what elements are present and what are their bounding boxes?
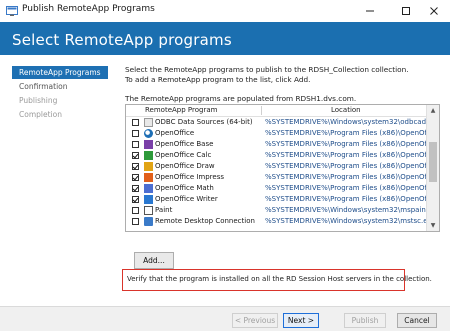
previous-button[interactable]: < Previous	[232, 313, 278, 328]
program-location: %SYSTEMDRIVE%\Program Files (x86)\OpenOf…	[265, 195, 427, 203]
row-checkbox[interactable]	[132, 185, 139, 192]
maximize-icon	[402, 7, 410, 15]
row-checkbox[interactable]	[132, 196, 139, 203]
paint-icon	[144, 206, 153, 215]
populated-from-text: The RemoteApp programs are populated fro…	[125, 94, 357, 103]
remote-desktop-icon	[144, 217, 153, 226]
add-button[interactable]: Add...	[134, 252, 174, 269]
app-icon	[6, 6, 18, 16]
column-header-program[interactable]: RemoteApp Program	[145, 105, 217, 116]
program-name: OpenOffice Writer	[155, 195, 218, 203]
program-location: %SYSTEMDRIVE%\Program Files (x86)\OpenOf…	[265, 162, 427, 170]
program-name: OpenOffice	[155, 129, 195, 137]
program-location: %SYSTEMDRIVE%\Program Files (x86)\OpenOf…	[265, 140, 427, 148]
table-row[interactable]: OpenOffice Math %SYSTEMDRIVE%\Program Fi…	[126, 183, 428, 194]
scroll-thumb[interactable]	[429, 142, 437, 182]
verify-warning: Verify that the program is installed on …	[122, 269, 432, 291]
publish-button[interactable]: Publish	[344, 313, 386, 328]
row-checkbox[interactable]	[132, 152, 139, 159]
page-title: Select RemoteApp programs	[12, 31, 232, 49]
program-location: %SYSTEMDRIVE%\Program Files (x86)\OpenOf…	[265, 184, 427, 192]
intro-text: Select the RemoteApp programs to publish…	[125, 65, 409, 84]
column-divider[interactable]	[261, 106, 262, 115]
cancel-button[interactable]: Cancel	[397, 313, 437, 328]
minimize-button[interactable]	[354, 0, 386, 22]
table-row[interactable]: OpenOffice Draw %SYSTEMDRIVE%\Program Fi…	[126, 161, 428, 172]
table-row[interactable]: ODBC Data Sources (64-bit) %SYSTEMDRIVE%…	[126, 117, 428, 128]
table-header: RemoteApp Program Location	[126, 105, 428, 117]
table-row[interactable]: Paint %SYSTEMDRIVE%\Windows\system32\msp…	[126, 205, 428, 216]
scroll-up-arrow-icon[interactable]: ▲	[427, 105, 439, 116]
program-location: %SYSTEMDRIVE%\Program Files (x86)\OpenOf…	[265, 129, 427, 137]
table-row[interactable]: OpenOffice Calc %SYSTEMDRIVE%\Program Fi…	[126, 150, 428, 161]
openoffice-math-icon	[144, 184, 153, 193]
row-checkbox[interactable]	[132, 141, 139, 148]
table-row[interactable]: OpenOffice Writer %SYSTEMDRIVE%\Program …	[126, 194, 428, 205]
row-checkbox[interactable]	[132, 130, 139, 137]
program-name: OpenOffice Impress	[155, 173, 225, 181]
program-name: OpenOffice Draw	[155, 162, 215, 170]
odbc-icon	[144, 118, 153, 127]
openoffice-writer-icon	[144, 195, 153, 204]
openoffice-draw-icon	[144, 162, 153, 171]
openoffice-icon	[144, 129, 153, 138]
program-location: %SYSTEMDRIVE%\Program Files (x86)\OpenOf…	[265, 173, 427, 181]
table-row[interactable]: Remote Desktop Connection %SYSTEMDRIVE%\…	[126, 216, 428, 227]
openoffice-calc-icon	[144, 151, 153, 160]
row-checkbox[interactable]	[132, 119, 139, 126]
openoffice-impress-icon	[144, 173, 153, 182]
header-banner: Select RemoteApp programs	[0, 22, 450, 55]
program-name: Paint	[155, 206, 173, 214]
close-icon	[430, 7, 438, 15]
column-header-location[interactable]: Location	[331, 105, 361, 116]
row-checkbox[interactable]	[132, 174, 139, 181]
window-title: Publish RemoteApp Programs	[22, 4, 155, 14]
row-checkbox[interactable]	[132, 163, 139, 170]
minimize-icon	[366, 10, 374, 12]
program-location: %SYSTEMDRIVE%\Program Files (x86)\OpenOf…	[265, 151, 427, 159]
program-location: %SYSTEMDRIVE%\Windows\system32\mstsc.exe	[265, 217, 427, 225]
program-name: OpenOffice Calc	[155, 151, 212, 159]
program-name: OpenOffice Base	[155, 140, 214, 148]
program-location: %SYSTEMDRIVE%\Windows\system32\mspaint.e…	[265, 206, 427, 214]
table-row[interactable]: OpenOffice %SYSTEMDRIVE%\Program Files (…	[126, 128, 428, 139]
program-location: %SYSTEMDRIVE%\Windows\system32\odbcad32.…	[265, 118, 427, 126]
nav-item-remoteapp-programs[interactable]: RemoteApp Programs	[12, 66, 108, 79]
next-button[interactable]: Next >	[283, 313, 319, 328]
nav-item-publishing: Publishing	[19, 96, 58, 105]
close-button[interactable]	[418, 0, 450, 22]
table-row[interactable]: OpenOffice Impress %SYSTEMDRIVE%\Program…	[126, 172, 428, 183]
nav-item-completion: Completion	[19, 110, 62, 119]
row-checkbox[interactable]	[132, 207, 139, 214]
table-row[interactable]: OpenOffice Base %SYSTEMDRIVE%\Program Fi…	[126, 139, 428, 150]
openoffice-base-icon	[144, 140, 153, 149]
vertical-scrollbar[interactable]: ▲ ▼	[426, 105, 439, 231]
nav-item-confirmation[interactable]: Confirmation	[12, 80, 108, 93]
table-body: ODBC Data Sources (64-bit) %SYSTEMDRIVE%…	[126, 117, 428, 227]
row-checkbox[interactable]	[132, 218, 139, 225]
scroll-down-arrow-icon[interactable]: ▼	[427, 220, 439, 231]
program-name: ODBC Data Sources (64-bit)	[155, 118, 253, 126]
remoteapp-program-list[interactable]: RemoteApp Program Location ODBC Data Sou…	[125, 104, 440, 232]
program-name: Remote Desktop Connection	[155, 217, 255, 225]
program-name: OpenOffice Math	[155, 184, 214, 192]
